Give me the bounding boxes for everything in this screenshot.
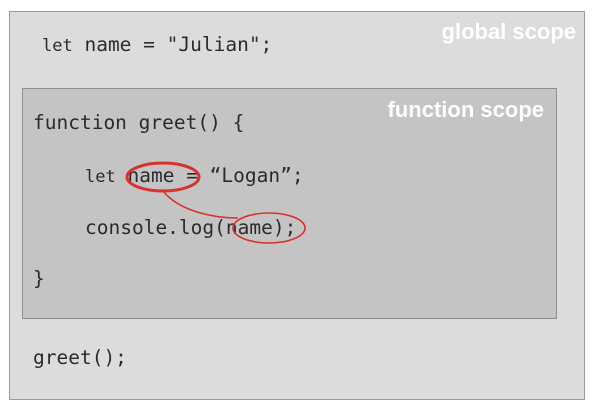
global-scope-label: global scope <box>441 19 576 44</box>
inner-let-keyword: let <box>85 167 116 187</box>
console-log-suffix: ); <box>272 216 297 239</box>
global-let-keyword: let <box>42 36 73 56</box>
console-log-line: console.log(name); <box>85 216 297 239</box>
inner-assignment: = “Logan”; <box>186 164 304 187</box>
function-call-line: greet(); <box>33 346 127 369</box>
global-declaration: name = "Julian"; <box>72 33 273 56</box>
function-scope-label: function scope <box>387 97 544 122</box>
inner-declaration-line: let name = “Logan”; <box>85 164 304 187</box>
closing-brace: } <box>33 267 45 290</box>
global-declaration-line: let name = "Julian"; <box>42 33 272 56</box>
inner-name-variable: name <box>127 164 175 187</box>
function-declaration-line: function greet() { <box>33 111 245 134</box>
console-log-call: console.log <box>85 216 215 239</box>
log-name-argument: name <box>225 216 273 239</box>
